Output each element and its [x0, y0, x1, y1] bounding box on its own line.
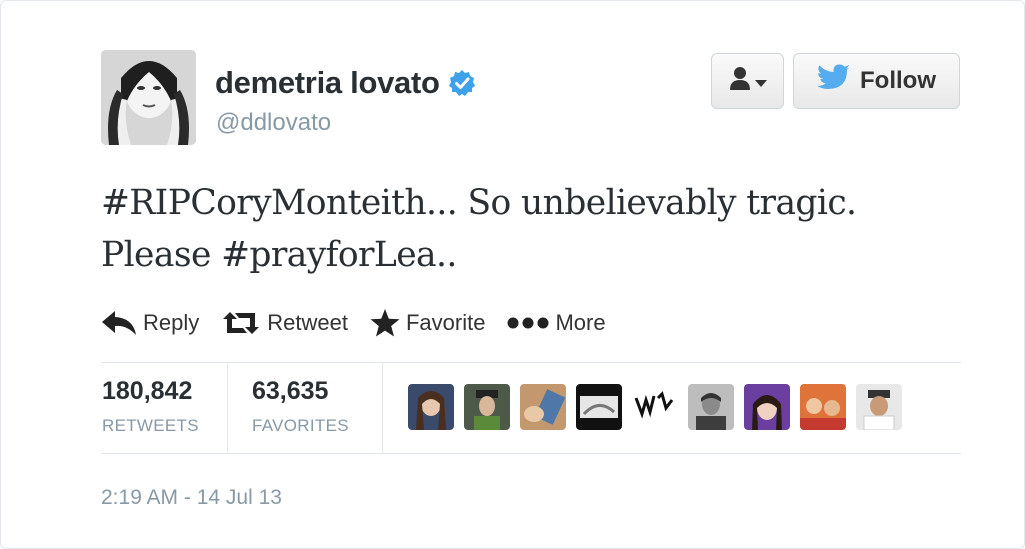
favoriter-avatar[interactable]: [576, 384, 622, 430]
ellipsis-icon: [507, 317, 549, 329]
stats-separator: [382, 363, 383, 453]
retweet-action[interactable]: Retweet: [221, 310, 348, 336]
favoriter-avatar[interactable]: [744, 384, 790, 430]
favorite-label: Favorite: [405, 310, 486, 335]
divider-top: [101, 362, 961, 363]
twitter-bird-icon: [817, 64, 851, 99]
avatar-portrait-image: [101, 50, 196, 145]
retweets-count: 180,842: [102, 377, 193, 405]
favoriter-avatar[interactable]: [408, 384, 454, 430]
tweet-text-line-1: #RIPCoryMonteith... So unbelievably trag…: [101, 183, 857, 223]
reply-action[interactable]: Reply: [101, 310, 199, 336]
tweet-text-line-2: Please #prayforLea..: [101, 235, 457, 275]
display-name-row: demetria lovato: [215, 65, 476, 101]
favoriter-avatar[interactable]: [520, 384, 566, 430]
display-name[interactable]: demetria lovato: [215, 65, 440, 101]
user-handle[interactable]: @ddlovato: [216, 109, 331, 137]
more-action[interactable]: More: [507, 310, 606, 336]
retweet-icon: [221, 311, 261, 335]
person-icon: [729, 66, 751, 97]
favorite-action[interactable]: Favorite: [370, 309, 485, 337]
divider-bottom: [101, 453, 961, 454]
reply-arrow-icon: [101, 310, 137, 336]
retweet-label: Retweet: [267, 310, 348, 335]
user-actions-dropdown-button[interactable]: [711, 53, 784, 109]
favoriter-avatars: [408, 384, 902, 432]
user-avatar[interactable]: [101, 50, 196, 145]
retweets-stat[interactable]: 180,842 RETWEETS: [102, 377, 199, 436]
retweets-label: RETWEETS: [102, 416, 199, 435]
tweet-actions-bar: Reply Retweet Favorite More: [101, 305, 628, 341]
favoriter-avatar[interactable]: [632, 384, 678, 430]
follow-button-label: Follow: [860, 67, 936, 94]
tweet-text: #RIPCoryMonteith... So unbelievably trag…: [101, 177, 981, 281]
favorites-stat[interactable]: 63,635 FAVORITES: [252, 377, 349, 436]
favorites-count: 63,635: [252, 377, 329, 405]
reply-label: Reply: [143, 310, 200, 335]
chevron-down-icon: [754, 67, 767, 95]
tweet-card: demetria lovato @ddlovato Follow #RIPCor…: [0, 0, 1025, 549]
favoriter-avatar[interactable]: [464, 384, 510, 430]
more-label: More: [555, 310, 606, 335]
follow-button[interactable]: Follow: [793, 53, 960, 109]
favoriter-avatar[interactable]: [688, 384, 734, 430]
favoriter-avatar[interactable]: [800, 384, 846, 430]
verified-badge-icon: [448, 69, 476, 97]
favorites-label: FAVORITES: [252, 416, 349, 435]
stats-separator: [227, 363, 228, 453]
tweet-timestamp[interactable]: 2:19 AM - 14 Jul 13: [101, 486, 282, 510]
favoriter-avatar[interactable]: [856, 384, 902, 430]
star-icon: [370, 309, 400, 337]
